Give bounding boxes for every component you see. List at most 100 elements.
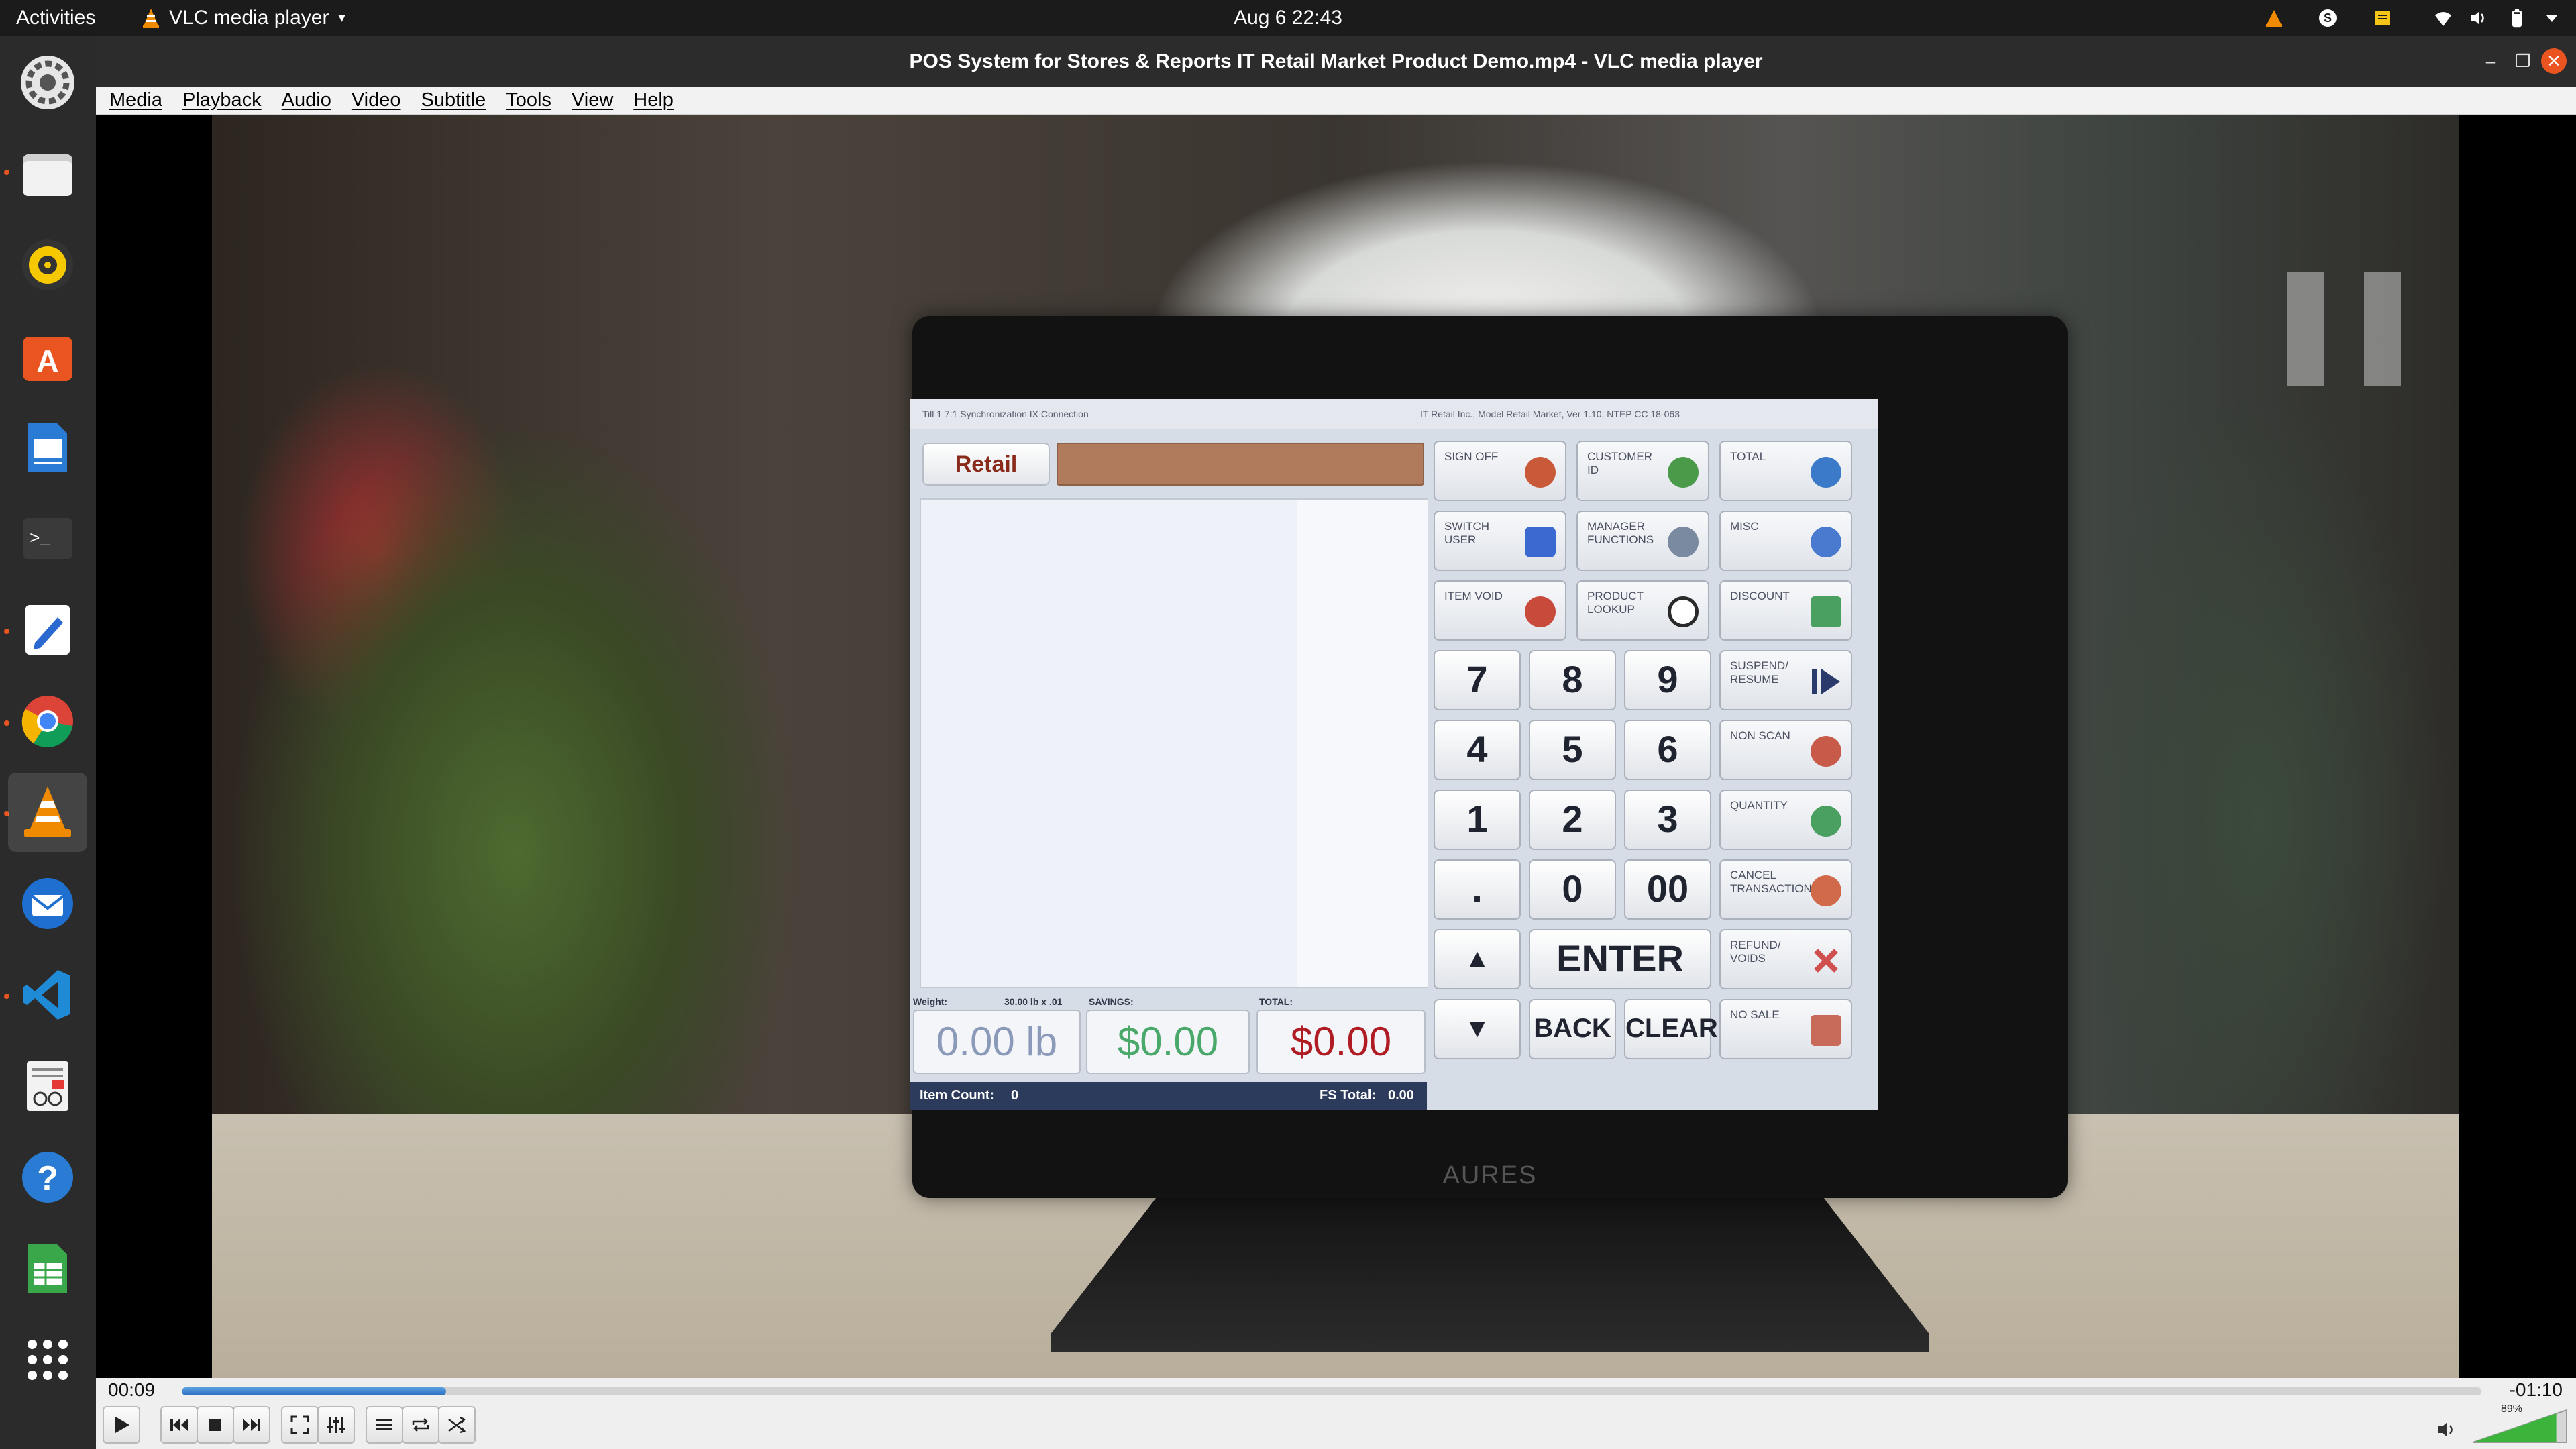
pos-price-column xyxy=(1297,500,1428,987)
app-menu[interactable]: VLC media player ▾ xyxy=(142,0,345,36)
elapsed-time[interactable]: 00:09 xyxy=(108,1379,155,1401)
dock-item-files[interactable] xyxy=(8,134,87,213)
dock-item-thunderbird[interactable] xyxy=(8,864,87,943)
menu-playback[interactable]: Playback xyxy=(182,89,262,111)
grid-icon xyxy=(28,1340,68,1380)
dock-item-spreadsheet[interactable] xyxy=(8,1229,87,1308)
fullscreen-button[interactable] xyxy=(281,1406,319,1444)
video-frame[interactable]: AURES Till 1 7:1 Synchronization IX Conn… xyxy=(212,115,2459,1378)
pos-product-lookup-button: PRODUCT LOOKUP xyxy=(1576,580,1709,641)
stop-button[interactable] xyxy=(197,1406,234,1444)
battery-icon[interactable] xyxy=(2508,9,2526,28)
restore-button[interactable]: ❐ xyxy=(2510,48,2536,74)
volume-level xyxy=(2473,1413,2557,1442)
next-button[interactable] xyxy=(233,1406,270,1444)
playlist-button[interactable] xyxy=(366,1406,403,1444)
play-button[interactable] xyxy=(103,1406,140,1444)
pos-sign-off-button: SIGN OFF xyxy=(1434,441,1566,501)
dock-item-terminal[interactable]: >_ xyxy=(8,499,87,578)
volume-icon[interactable] xyxy=(2435,1418,2458,1441)
cancel-icon xyxy=(1811,875,1841,906)
remaining-time[interactable]: -01:10 xyxy=(2510,1379,2563,1401)
vlc-tray-icon[interactable] xyxy=(2265,9,2284,28)
volume-slider[interactable] xyxy=(2473,1409,2567,1444)
loop-icon xyxy=(412,1418,429,1432)
window-title: POS System for Stores & Reports IT Retai… xyxy=(909,50,1763,72)
pos-key-7: 7 xyxy=(1434,650,1521,710)
seek-bar[interactable] xyxy=(182,1387,2481,1395)
shuffle-icon xyxy=(448,1416,466,1434)
gear-icon xyxy=(21,56,74,109)
pos-key-1: 1 xyxy=(1434,790,1521,850)
no-sale-icon xyxy=(1811,1015,1841,1046)
notes-icon[interactable] xyxy=(2373,9,2392,28)
wifi-icon[interactable] xyxy=(2434,9,2453,28)
speaker-icon[interactable] xyxy=(2469,9,2487,28)
menu-tools[interactable]: Tools xyxy=(506,89,551,111)
terminal-icon: >_ xyxy=(23,518,72,559)
pos-item-list xyxy=(920,498,1428,988)
pos-status-bar: Till 1 7:1 Synchronization IX Connection… xyxy=(910,399,1878,429)
menu-media[interactable]: Media xyxy=(109,89,162,111)
play-icon xyxy=(115,1417,129,1433)
dock-item-text-editor[interactable] xyxy=(8,590,87,669)
pos-button-label: PRODUCT LOOKUP xyxy=(1587,590,1644,616)
pos-fs-total-label: FS Total: xyxy=(1320,1088,1377,1103)
skype-icon[interactable]: S xyxy=(2318,9,2337,28)
void-icon xyxy=(1525,596,1556,627)
dock-item-vscode[interactable] xyxy=(8,955,87,1034)
menu-view[interactable]: View xyxy=(572,89,613,111)
menu-bar: Media Playback Audio Video Subtitle Tool… xyxy=(96,87,2576,115)
system-menu-icon[interactable] xyxy=(2542,9,2561,28)
dock-item-chrome[interactable] xyxy=(8,682,87,761)
svg-text:A: A xyxy=(36,343,58,378)
pos-key-6: 6 xyxy=(1624,720,1711,780)
help-icon: ? xyxy=(22,1152,73,1203)
cart-icon xyxy=(1811,457,1841,488)
skip-forward-icon xyxy=(243,1419,260,1431)
previous-button[interactable] xyxy=(160,1406,198,1444)
dock-item-rhythmbox[interactable] xyxy=(8,225,87,305)
clock[interactable]: Aug 6 22:43 xyxy=(1234,0,1342,36)
playlist-icon xyxy=(376,1419,392,1430)
extended-settings-button[interactable] xyxy=(317,1406,355,1444)
pos-button-label: REFUND/ VOIDS xyxy=(1730,938,1781,965)
menu-video[interactable]: Video xyxy=(352,89,401,111)
pos-key-2: 2 xyxy=(1529,790,1616,850)
dock-item-reader[interactable] xyxy=(8,1046,87,1126)
dock-item-settings[interactable] xyxy=(8,43,87,122)
menu-help[interactable]: Help xyxy=(633,89,674,111)
chrome-icon xyxy=(21,696,73,747)
pos-footer: Item Count: 0 FS Total: 0.00 xyxy=(910,1082,1427,1110)
vscode-icon xyxy=(23,970,70,1020)
video-area[interactable]: AURES Till 1 7:1 Synchronization IX Conn… xyxy=(96,115,2576,1378)
equalizer-icon xyxy=(327,1417,345,1433)
minimize-button[interactable]: – xyxy=(2478,48,2504,74)
pos-clear-key: CLEAR xyxy=(1624,999,1718,1059)
dock-item-show-apps[interactable] xyxy=(8,1320,87,1399)
pos-up-arrow-key: ▲ xyxy=(1434,929,1521,989)
pos-savings-display: $0.00 xyxy=(1086,1010,1250,1074)
app-store-icon: A xyxy=(23,337,72,381)
dock-item-help[interactable]: ? xyxy=(8,1138,87,1217)
pos-back-key: BACK xyxy=(1529,999,1616,1059)
menu-subtitle[interactable]: Subtitle xyxy=(421,89,486,111)
svg-text:>_: >_ xyxy=(30,529,51,549)
activities-button[interactable]: Activities xyxy=(16,0,95,36)
pos-total-button: TOTAL xyxy=(1719,441,1852,501)
random-button[interactable] xyxy=(438,1406,476,1444)
pos-manager-functions-button: MANAGER FUNCTIONS xyxy=(1576,511,1709,571)
chevron-down-icon: ▾ xyxy=(338,11,345,25)
loop-button[interactable] xyxy=(402,1406,439,1444)
menu-audio[interactable]: Audio xyxy=(282,89,331,111)
pos-button-label: MISC xyxy=(1730,520,1759,533)
pos-button-label: CANCEL TRANSACTION xyxy=(1730,869,1812,895)
window-title-bar[interactable]: POS System for Stores & Reports IT Retai… xyxy=(96,36,2576,87)
close-button[interactable]: ✕ xyxy=(2541,48,2567,74)
dock-item-document-viewer[interactable] xyxy=(8,408,87,487)
pos-button-label: SWITCH USER xyxy=(1444,520,1490,546)
dock-item-software[interactable]: A xyxy=(8,317,87,396)
dock-item-vlc[interactable] xyxy=(8,773,87,852)
pos-brand-label: AURES xyxy=(1442,1161,1538,1189)
pos-button-label: TOTAL xyxy=(1730,450,1766,463)
